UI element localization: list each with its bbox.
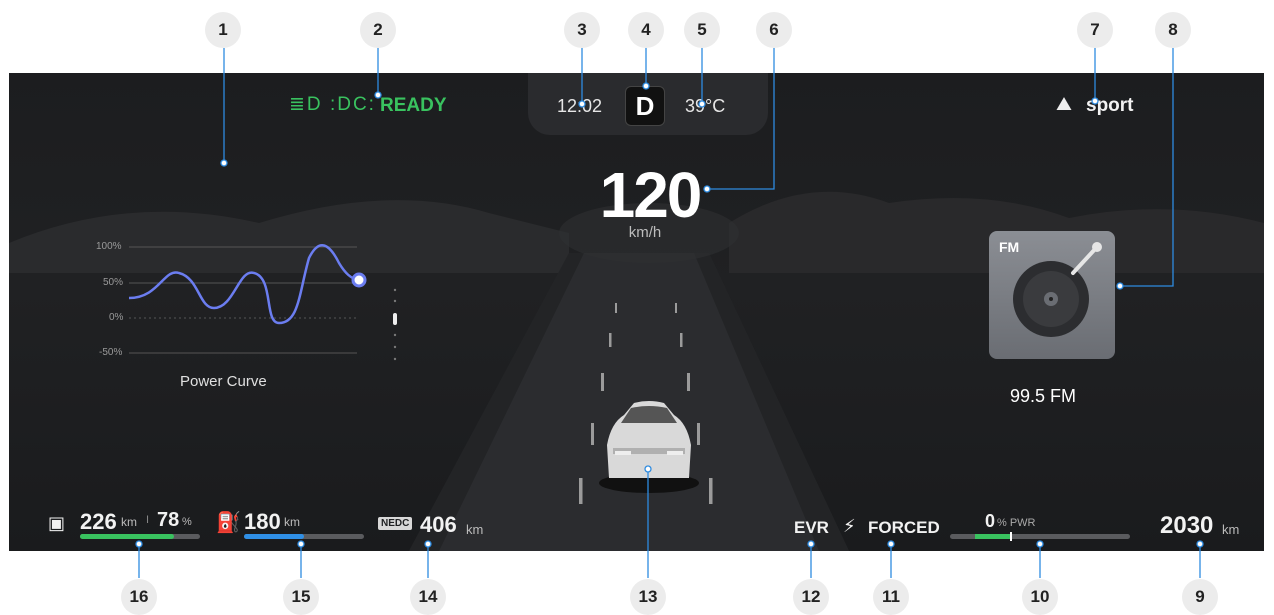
callout-7: 7 xyxy=(1077,12,1113,48)
battery-range: 226 xyxy=(80,509,117,534)
callout-1: 1 xyxy=(205,12,241,48)
callout-9: 9 xyxy=(1182,579,1218,615)
odometer-unit: km xyxy=(1222,522,1240,537)
battery-bar-track xyxy=(80,534,200,539)
callout-14: 14 xyxy=(410,579,446,615)
evr-indicator: EVR xyxy=(794,518,829,537)
callout-3: 3 xyxy=(564,12,600,48)
power-tick-50: 50% xyxy=(103,277,124,288)
sport-mode-icon: ⛰ xyxy=(1056,94,1072,115)
battery-divider: I xyxy=(146,514,150,526)
callout-15: 15 xyxy=(283,579,319,615)
pwr-value: 0 xyxy=(985,511,996,531)
nedc-range: 406 xyxy=(420,512,457,537)
radio-frequency: 99.5 FM xyxy=(1010,386,1077,406)
callout-12: 12 xyxy=(793,579,829,615)
nedc-badge: NEDC xyxy=(378,517,413,530)
headlight-icon: ≣D xyxy=(289,94,323,115)
speed-value: 120 xyxy=(599,159,703,231)
temperature: 39°C xyxy=(685,96,726,116)
battery-icon: ▣ xyxy=(48,513,66,533)
pwr-bar-marker xyxy=(1010,532,1012,541)
speed-unit: km/h xyxy=(628,224,662,241)
power-curve-title: Power Curve xyxy=(180,373,267,390)
fuel-bar-fill xyxy=(244,534,304,539)
ready-indicator: READY xyxy=(380,95,447,116)
light-indicators: ≣D :DC: xyxy=(289,93,376,116)
battery-percent-unit: % xyxy=(182,516,192,528)
battery-range-unit: km xyxy=(121,515,137,529)
power-tick-0: 0% xyxy=(109,312,124,323)
callout-6: 6 xyxy=(756,12,792,48)
forced-indicator: FORCED xyxy=(868,518,940,537)
fuel-pump-icon: ⛽ xyxy=(216,512,241,534)
radio-band: FM xyxy=(999,239,1020,255)
callout-8: 8 xyxy=(1155,12,1191,48)
callout-2: 2 xyxy=(360,12,396,48)
callout-13: 13 xyxy=(630,579,666,615)
callout-11: 11 xyxy=(873,579,909,615)
drive-mode[interactable]: sport xyxy=(1086,95,1134,117)
fog-light-icon: :DC: xyxy=(329,94,376,115)
callout-5: 5 xyxy=(684,12,720,48)
gear-indicator: D xyxy=(625,86,665,126)
fuel-range-unit: km xyxy=(284,515,300,529)
callout-16: 16 xyxy=(121,579,157,615)
forced-charge-icon: ⚡ xyxy=(843,516,856,536)
battery-bar-fill xyxy=(80,534,174,539)
callout-4: 4 xyxy=(628,12,664,48)
pwr-bar-fill xyxy=(975,534,1010,539)
odometer: 2030 xyxy=(1160,512,1214,539)
clock: 12:02 xyxy=(557,96,603,116)
power-tick-100: 100% xyxy=(96,241,122,252)
power-tick-neg50: -50% xyxy=(99,347,123,358)
pwr-bar-track xyxy=(950,532,1130,541)
pwr-unit: % PWR xyxy=(997,517,1036,529)
callout-10: 10 xyxy=(1022,579,1058,615)
fuel-bar-track xyxy=(244,534,364,539)
fuel-range: 180 xyxy=(244,509,281,534)
battery-percent: 78 xyxy=(157,509,180,531)
nedc-unit: km xyxy=(466,522,484,537)
